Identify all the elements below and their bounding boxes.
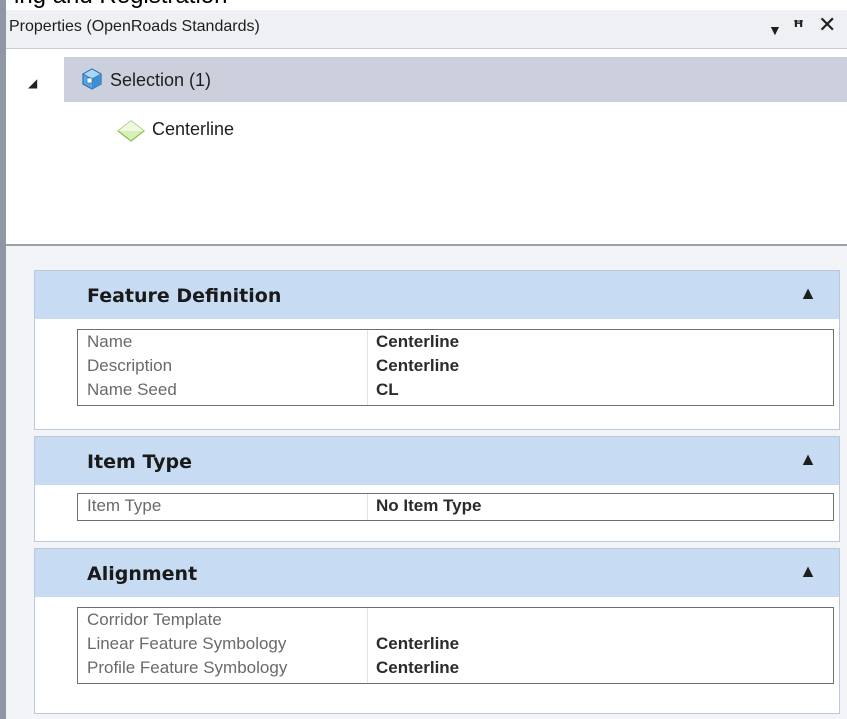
chevron-up-icon[interactable]: ▲ <box>799 283 817 304</box>
property-name: Item Type <box>87 496 162 515</box>
properties-panel-titlebar: Properties (OpenRoads Standards) ▼ ꟸ ✕ <box>6 10 847 49</box>
property-row[interactable]: Name Centerline <box>78 330 833 354</box>
property-row[interactable]: Corridor Template <box>78 608 833 632</box>
property-name: Description <box>87 356 173 375</box>
property-row[interactable]: Profile Feature Symbology Centerline <box>78 656 833 680</box>
dropdown-icon[interactable]: ▼ <box>768 18 782 42</box>
section-feature-definition: Feature Definition ▲ Name Centerline Des… <box>34 270 840 430</box>
property-value[interactable]: Centerline <box>376 356 459 376</box>
property-name: Name <box>87 332 133 351</box>
section-header[interactable]: Alignment ▲ <box>35 549 839 597</box>
property-name: Name Seed <box>87 380 177 399</box>
chevron-up-icon[interactable]: ▲ <box>799 561 817 582</box>
property-grid: Corridor Template Linear Feature Symbolo… <box>77 607 834 684</box>
tree-selection-label[interactable]: Selection (1) <box>110 70 211 91</box>
section-header[interactable]: Item Type ▲ <box>35 437 839 485</box>
section-alignment: Alignment ▲ Corridor Template Linear Fea… <box>34 548 840 714</box>
property-row[interactable]: Item Type No Item Type <box>78 494 833 518</box>
property-value[interactable]: Centerline <box>376 332 459 352</box>
property-name: Corridor Template <box>87 610 222 629</box>
property-grid: Name Centerline Description Centerline N… <box>77 329 834 406</box>
close-icon[interactable]: ✕ <box>818 13 836 37</box>
property-value[interactable]: CL <box>376 380 399 400</box>
property-grid: Item Type No Item Type <box>77 493 834 521</box>
expand-collapse-icon[interactable]: ◢ <box>28 76 37 90</box>
tree-item-centerline[interactable]: Centerline <box>152 119 234 140</box>
clipped-text: ing and Registration <box>14 0 227 10</box>
property-value[interactable]: Centerline <box>376 658 459 678</box>
clipped-header-text: ing and Registration <box>0 0 847 10</box>
pin-icon[interactable]: ꟸ <box>793 15 804 39</box>
section-title: Feature Definition <box>87 285 282 307</box>
properties-content: Feature Definition ▲ Name Centerline Des… <box>6 246 847 719</box>
section-header[interactable]: Feature Definition ▲ <box>35 271 839 319</box>
section-title: Item Type <box>87 451 193 473</box>
property-row[interactable]: Name Seed CL <box>78 378 833 402</box>
property-row[interactable]: Description Centerline <box>78 354 833 378</box>
chevron-up-icon[interactable]: ▲ <box>799 449 817 470</box>
property-name: Linear Feature Symbology <box>87 634 287 653</box>
property-row[interactable]: Linear Feature Symbology Centerline <box>78 632 833 656</box>
property-value[interactable]: Centerline <box>376 634 459 654</box>
section-item-type: Item Type ▲ Item Type No Item Type <box>34 436 840 542</box>
property-value[interactable]: No Item Type <box>376 496 481 516</box>
section-title: Alignment <box>87 563 198 585</box>
selection-tree: ◢ Selection (1) Centerline <box>6 49 847 246</box>
linear-feature-diamond-icon <box>117 120 145 142</box>
panel-title: Properties (OpenRoads Standards) <box>9 18 260 35</box>
property-name: Profile Feature Symbology <box>87 658 288 677</box>
selection-cube-icon <box>82 68 102 90</box>
